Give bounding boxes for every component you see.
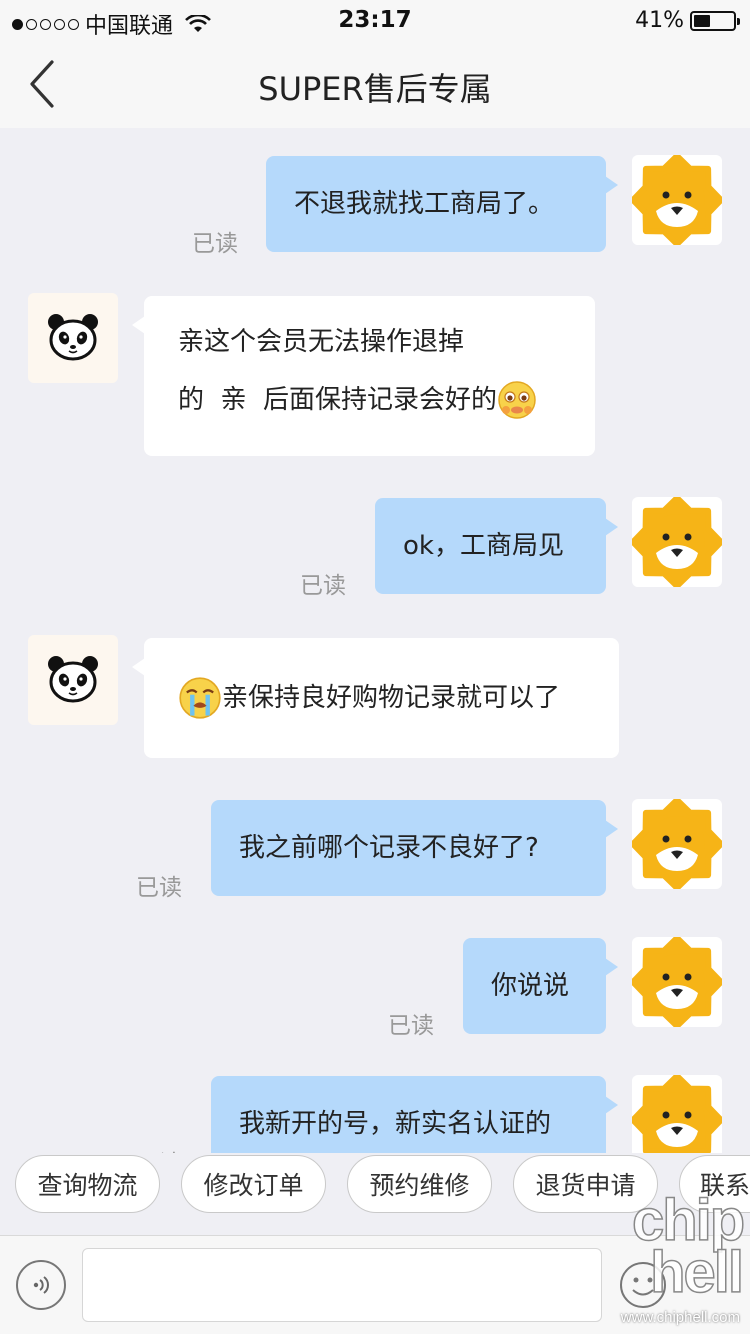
message-text: 亲保持良好购物记录就可以了 <box>222 683 561 713</box>
agent-avatar[interactable] <box>28 293 118 383</box>
lion-avatar-icon <box>632 497 722 587</box>
page-title: SUPER售后专属 <box>258 70 492 108</box>
lion-avatar-icon <box>632 155 722 245</box>
read-receipt: 已读 <box>388 1013 434 1039</box>
incoming-message-bubble[interactable]: 亲保持良好购物记录就可以了 <box>132 638 619 758</box>
user-avatar[interactable] <box>632 497 722 587</box>
message-text-line2: 的 亲 后面保持记录会好的 <box>178 371 595 429</box>
message-text: ok，工商局见 <box>403 531 564 561</box>
voice-input-button[interactable] <box>16 1260 66 1310</box>
crying-face-emoji-icon <box>179 677 221 719</box>
quick-reply-modify-order[interactable]: 修改订单 <box>181 1155 326 1213</box>
navigation-bar: SUPER售后专属 <box>0 40 750 128</box>
status-bar: 中国联通 23:17 41% <box>0 0 750 40</box>
message-text: 我新开的号，新实名认证的 <box>239 1109 552 1139</box>
outgoing-message-bubble[interactable]: ok，工商局见 <box>375 498 618 594</box>
read-receipt: 已读 <box>136 1144 182 1153</box>
chat-messages[interactable]: 不退我就找工商局了。 已读 亲这个会员无法操作退掉 的 亲 后面保持记录会好的 … <box>0 128 750 1153</box>
message-text: 不退我就找工商局了。 <box>294 189 555 219</box>
status-right: 41% <box>635 8 740 33</box>
voice-wave-icon <box>33 1276 49 1294</box>
battery-percent: 41% <box>635 8 684 33</box>
lion-avatar-icon <box>632 1075 722 1153</box>
watermark-url: www.chiphell.com <box>620 1309 740 1326</box>
panda-avatar-icon <box>48 314 98 361</box>
outgoing-message-bubble[interactable]: 我新开的号，新实名认证的 <box>211 1076 618 1153</box>
agent-avatar[interactable] <box>28 635 118 725</box>
watermark-logo: chip hell <box>631 1188 746 1305</box>
user-avatar[interactable] <box>632 937 722 1027</box>
incoming-message-bubble[interactable]: 亲这个会员无法操作退掉 的 亲 后面保持记录会好的 <box>132 296 595 456</box>
quick-reply-track-logistics[interactable]: 查询物流 <box>15 1155 160 1213</box>
lion-avatar-icon <box>632 799 722 889</box>
battery-icon <box>690 10 740 31</box>
panda-avatar-icon <box>48 656 98 703</box>
pleading-face-emoji-icon <box>498 381 536 419</box>
read-receipt: 已读 <box>192 231 238 257</box>
user-avatar[interactable] <box>632 799 722 889</box>
outgoing-message-bubble[interactable]: 你说说 <box>463 938 618 1034</box>
user-avatar[interactable] <box>632 1075 722 1153</box>
message-text-line: 亲保持良好购物记录就可以了 <box>178 669 619 727</box>
user-avatar[interactable] <box>632 155 722 245</box>
message-input[interactable] <box>82 1248 602 1322</box>
message-text: 亲这个会员无法操作退掉 <box>178 327 465 357</box>
read-receipt: 已读 <box>300 573 346 599</box>
read-receipt: 已读 <box>136 875 182 901</box>
outgoing-message-bubble[interactable]: 我之前哪个记录不良好了? <box>211 800 618 896</box>
lion-avatar-icon <box>632 937 722 1027</box>
quick-reply-book-repair[interactable]: 预约维修 <box>347 1155 492 1213</box>
message-text: 你说说 <box>491 971 570 1001</box>
message-text: 我之前哪个记录不良好了? <box>239 833 539 863</box>
outgoing-message-bubble[interactable]: 不退我就找工商局了。 <box>266 156 618 252</box>
